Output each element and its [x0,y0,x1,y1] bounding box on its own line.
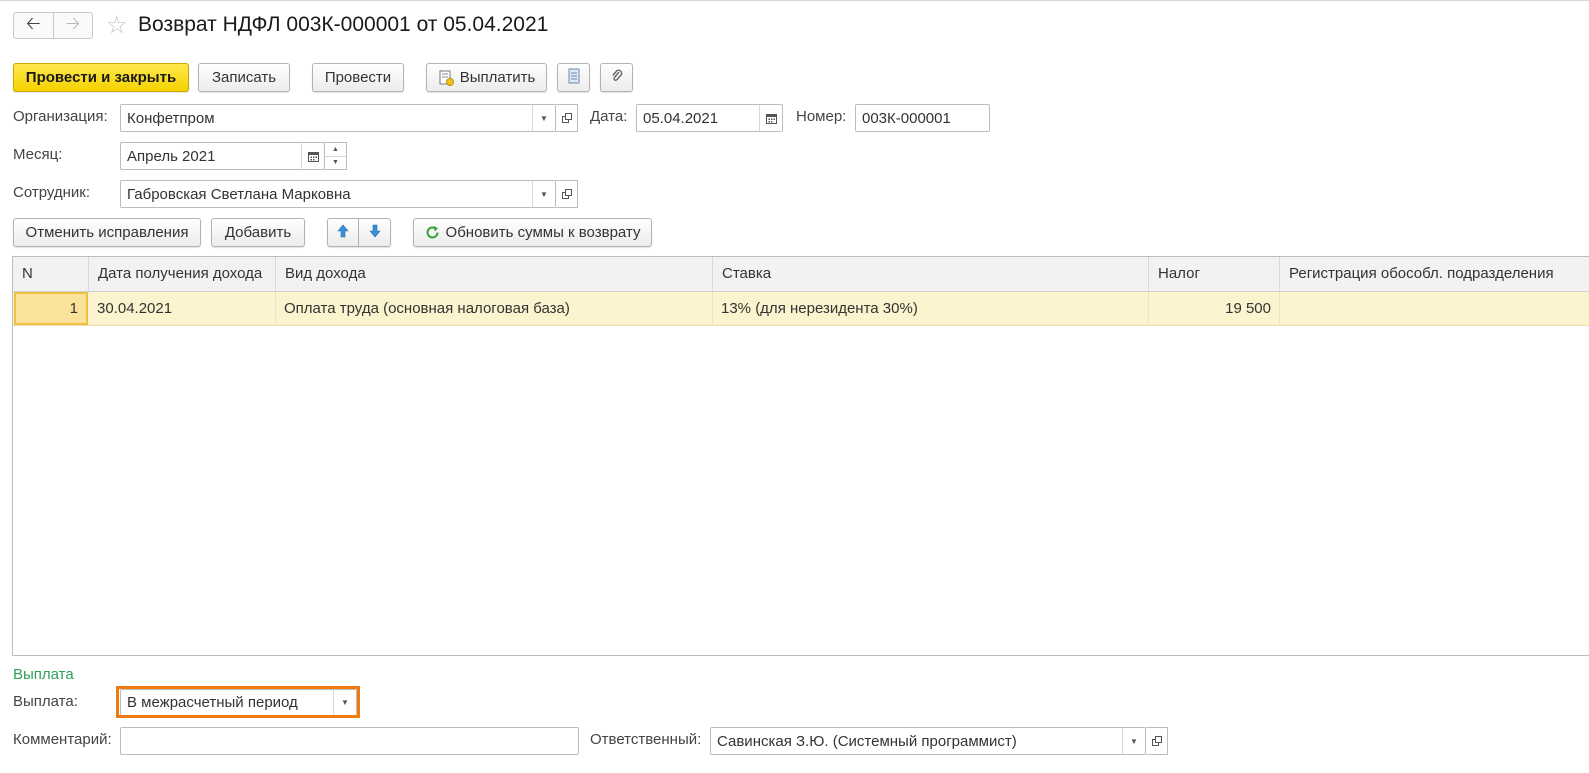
cell-tax[interactable]: 19 500 [1149,292,1280,325]
org-field[interactable]: Конфетпром ▼ [120,104,556,132]
calendar-icon[interactable] [759,105,782,131]
report-button[interactable] [557,63,590,92]
column-header-tax[interactable]: Налог [1149,257,1280,291]
cell-income-type[interactable]: Оплата труда (основная налоговая база) [276,292,713,325]
cell-income-date[interactable]: 30.04.2021 [89,292,276,325]
payment-section-title: Выплата [13,666,74,683]
move-up-button[interactable] [327,218,359,247]
forward-arrow-icon[interactable]: 🡢 [54,13,93,38]
page-title: Возврат НДФЛ 003К-000001 от 05.04.2021 [138,13,549,36]
cancel-corrections-button[interactable]: Отменить исправления [13,218,201,247]
month-value: Апрель 2021 [127,147,216,165]
column-header-income-date[interactable]: Дата получения дохода [89,257,276,291]
paperclip-icon [610,68,624,88]
cell-rate[interactable]: 13% (для нерезидента 30%) [713,292,1149,325]
open-icon[interactable] [556,180,578,208]
table-row[interactable]: 1 30.04.2021 Оплата труда (основная нало… [13,292,1589,326]
open-icon[interactable] [556,104,578,132]
column-header-registration[interactable]: Регистрация обособл. подразделения [1280,257,1589,291]
comment-label: Комментарий: [13,731,112,748]
post-button[interactable]: Провести [312,63,404,92]
income-table[interactable]: N Дата получения дохода Вид дохода Ставк… [12,256,1589,656]
org-label: Организация: [13,108,108,125]
back-arrow-icon[interactable]: 🡠 [14,13,54,38]
report-list-icon [567,68,581,88]
post-and-close-button[interactable]: Провести и закрыть [13,63,189,92]
comment-field[interactable] [120,727,579,755]
pay-button[interactable]: Выплатить [426,63,547,92]
employee-label: Сотрудник: [13,184,91,201]
stepper-up-icon[interactable]: ▲ [325,143,346,157]
employee-field[interactable]: Габровская Светлана Марковна ▼ [120,180,556,208]
table-header: N Дата получения дохода Вид дохода Ставк… [13,257,1589,292]
cell-registration[interactable] [1280,292,1589,325]
chevron-down-icon[interactable]: ▼ [1122,728,1145,754]
chevron-down-icon[interactable]: ▼ [532,181,555,207]
month-field[interactable]: Апрель 2021 [120,142,325,170]
open-icon[interactable] [1146,727,1168,755]
number-field[interactable]: 003К-000001 [855,104,990,132]
highlight-frame [116,686,360,718]
column-header-rate[interactable]: Ставка [713,257,1149,291]
arrow-up-icon [337,224,349,242]
payment-document-icon [438,70,454,86]
stepper-down-icon[interactable]: ▼ [325,157,346,170]
employee-value: Габровская Светлана Марковна [127,185,351,203]
calendar-icon[interactable] [301,143,324,169]
payout-label: Выплата: [13,693,78,710]
arrow-down-icon [368,224,381,242]
date-value: 05.04.2021 [643,109,719,127]
favorite-star-icon[interactable]: ☆ [106,12,128,40]
column-header-income-type[interactable]: Вид дохода [276,257,713,291]
number-value: 003К-000001 [862,109,951,127]
date-field[interactable]: 05.04.2021 [636,104,783,132]
add-button[interactable]: Добавить [211,218,305,247]
responsible-field[interactable]: Савинская З.Ю. (Системный программист) ▼ [710,727,1146,755]
save-button[interactable]: Записать [198,63,290,92]
month-stepper[interactable]: ▲ ▼ [325,142,347,170]
cell-n[interactable]: 1 [14,292,88,325]
date-label: Дата: [590,108,628,125]
move-down-button[interactable] [359,218,391,247]
chevron-down-icon[interactable]: ▼ [532,105,555,131]
pay-button-label: Выплатить [459,69,536,86]
top-divider [0,0,1589,1]
month-label: Месяц: [13,146,63,163]
responsible-label: Ответственный: [590,731,702,748]
nav-buttons: 🡠 🡢 [13,12,93,39]
responsible-value: Савинская З.Ю. (Системный программист) [717,732,1017,750]
org-value: Конфетпром [127,109,215,127]
attach-button[interactable] [600,63,633,92]
number-label: Номер: [796,108,847,125]
refresh-icon [425,225,440,240]
column-header-n[interactable]: N [13,257,89,291]
refresh-amounts-label: Обновить суммы к возврату [445,224,641,241]
refresh-amounts-button[interactable]: Обновить суммы к возврату [413,218,652,247]
